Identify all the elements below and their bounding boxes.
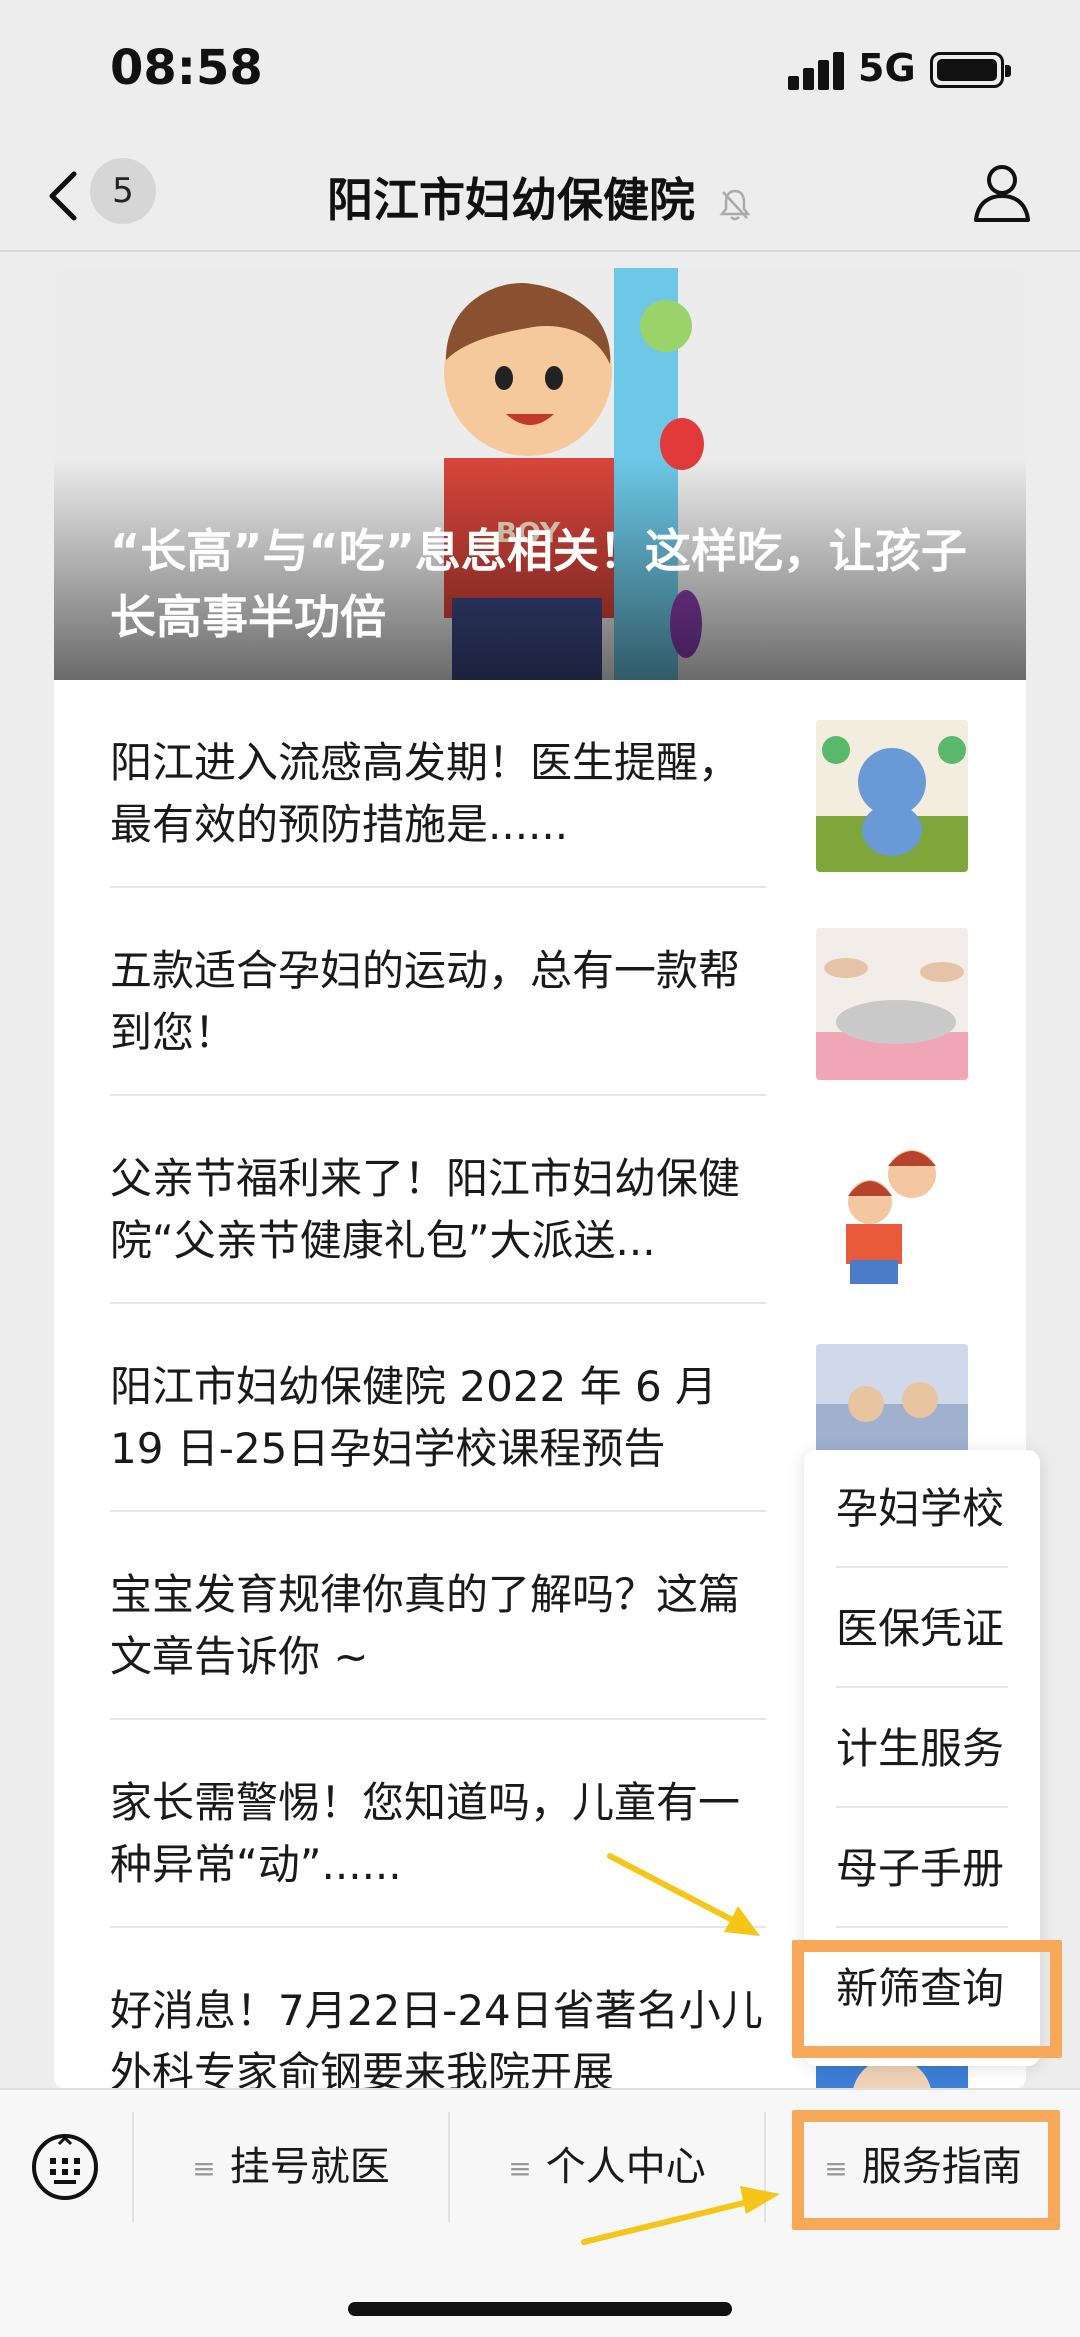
menu-item-label: 挂号就医: [229, 2144, 390, 2190]
page-title-text: 阳江市妇幼保健院: [326, 173, 695, 227]
menu-item-label: 个人中心: [545, 2144, 706, 2190]
profile-icon[interactable]: [972, 162, 1032, 224]
menu-lines-icon: ≡: [192, 2152, 216, 2185]
home-indicator: [348, 2302, 732, 2316]
list-item[interactable]: 父亲节福利来了！阳江市妇幼保健院“父亲节健康礼包”大派送...: [110, 1096, 970, 1304]
nav-bar: 5 阳江市妇幼保健院: [0, 140, 1080, 252]
menu-item-registration[interactable]: ≡ 挂号就医: [134, 2112, 448, 2222]
article-title: 父亲节福利来了！阳江市妇幼保健院“父亲节健康礼包”大派送...: [110, 1154, 741, 1265]
network-label: 5G: [858, 46, 916, 90]
submenu-item[interactable]: 孕妇学校: [836, 1450, 1008, 1568]
battery-icon: [930, 52, 1011, 88]
keyboard-icon[interactable]: [30, 2132, 100, 2202]
list-item[interactable]: 阳江进入流感高发期！医生提醒，最有效的预防措施是......: [110, 680, 970, 888]
list-item[interactable]: 五款适合孕妇的运动，总有一款帮到您！: [110, 888, 970, 1096]
article-thumbnail: [816, 1136, 968, 1288]
status-time: 08:58: [110, 40, 263, 96]
page-title: 阳江市妇幼保健院: [0, 164, 1080, 230]
submenu-item[interactable]: 医保凭证: [836, 1570, 1008, 1688]
article-thumbnail: [816, 720, 968, 872]
article-title: 家长需警惕！您知道吗，儿童有一种异常“动”......: [110, 1778, 741, 1889]
status-bar: 08:58 5G: [0, 0, 1080, 140]
bell-muted-icon: [719, 189, 751, 220]
highlight-box-service-guide: [792, 2110, 1060, 2230]
article-thumbnail: [816, 928, 968, 1080]
cover-title: “长高”与“吃”息息相关！这样吃，让孩子长高事半功倍: [110, 524, 967, 644]
article-title: 阳江进入流感高发期！医生提醒，最有效的预防措施是......: [110, 738, 741, 849]
cover-article[interactable]: BOY “长高”与“吃”息息相关！这样吃，让孩子长高事半功倍: [54, 268, 1026, 680]
menu-lines-icon: ≡: [508, 2152, 532, 2185]
article-title: 阳江市妇幼保健院 2022 年 6 月 19 日-25日孕妇学校课程预告: [110, 1362, 718, 1473]
signal-icon: [788, 52, 848, 90]
menu-item-personal-center[interactable]: ≡ 个人中心: [450, 2112, 764, 2222]
highlight-box-newborn-screening: [792, 1940, 1062, 2058]
article-title: 宝宝发育规律你真的了解吗？这篇文章告诉你 ~: [110, 1570, 741, 1681]
submenu-item[interactable]: 母子手册: [836, 1810, 1008, 1928]
article-title: 五款适合孕妇的运动，总有一款帮到您！: [110, 946, 741, 1057]
article-title: 好消息！7月22日-24日省著名小儿外科专家俞钢要来我院开展: [110, 1986, 763, 2088]
submenu-item[interactable]: 计生服务: [836, 1690, 1008, 1808]
